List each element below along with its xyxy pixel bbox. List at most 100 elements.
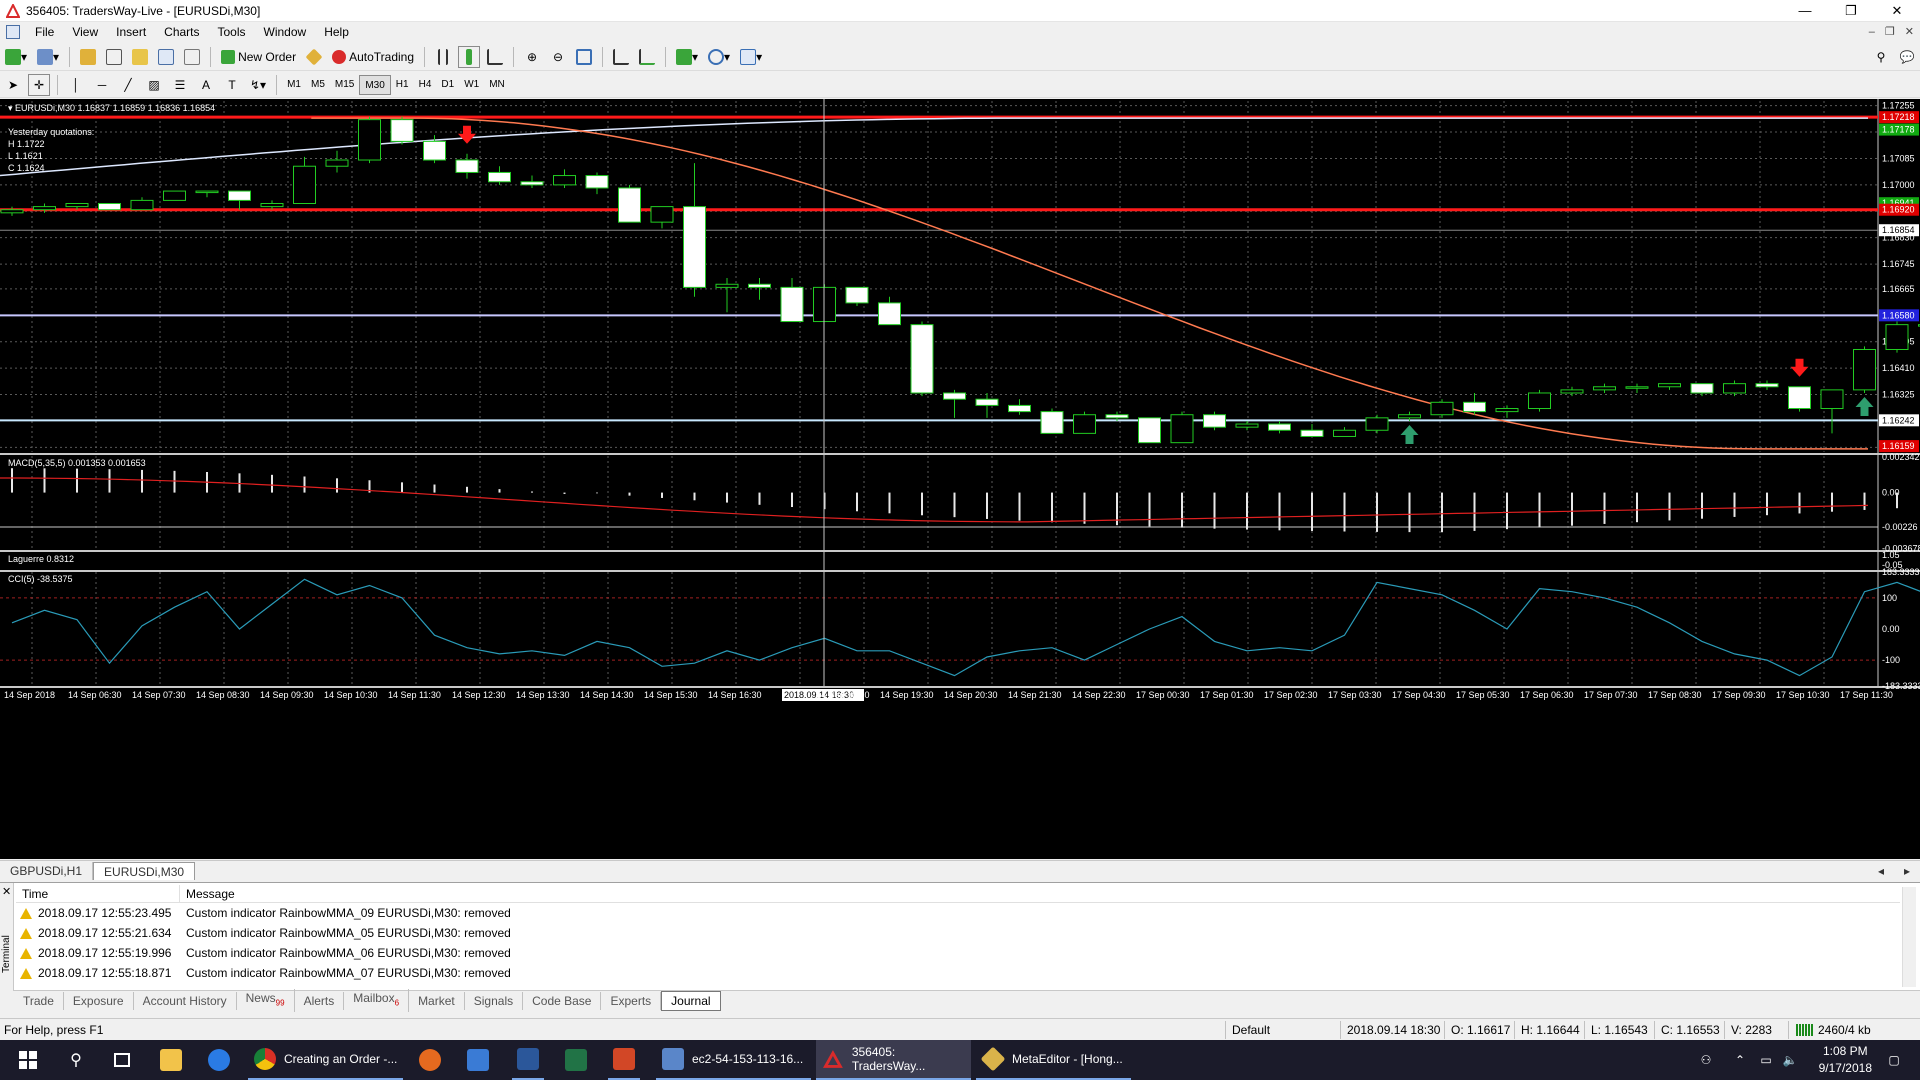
- tab-mailbox[interactable]: Mailbox6: [344, 988, 410, 1013]
- mdi-minimize-icon[interactable]: –: [1869, 22, 1875, 42]
- minimize-button[interactable]: —: [1782, 0, 1828, 22]
- arrows-tool[interactable]: ↯▾: [247, 74, 269, 96]
- start-button[interactable]: [12, 1040, 44, 1080]
- tab-scroll-right-icon[interactable]: ▸: [1894, 862, 1920, 880]
- tab-trade[interactable]: Trade: [14, 991, 64, 1010]
- tab-experts[interactable]: Experts: [601, 991, 662, 1010]
- channel-tool[interactable]: ▨: [143, 74, 165, 96]
- task-view-icon[interactable]: [106, 1040, 138, 1080]
- tray-chevron-icon[interactable]: ⌃: [1730, 1040, 1750, 1080]
- bar-chart-button[interactable]: [432, 46, 454, 68]
- crosshair-tool[interactable]: ✛: [28, 73, 50, 96]
- horizontal-line-tool[interactable]: ─: [91, 74, 113, 96]
- cursor-tool[interactable]: ➤: [2, 74, 24, 96]
- timeframe-m30[interactable]: M30: [359, 74, 391, 95]
- timeframe-m5[interactable]: M5: [306, 75, 330, 95]
- search-button[interactable]: ⚲: [1870, 46, 1892, 68]
- people-icon[interactable]: ⚇: [1694, 1040, 1718, 1080]
- timeframe-h4[interactable]: H4: [414, 75, 437, 95]
- auto-scroll-button[interactable]: [636, 46, 658, 68]
- text-tool[interactable]: A: [195, 74, 217, 96]
- vertical-line-tool[interactable]: │: [65, 74, 87, 96]
- tab-scroll-left-icon[interactable]: ◂: [1868, 862, 1894, 880]
- auto-trading-button[interactable]: AutoTrading: [329, 46, 417, 68]
- new-chart-button[interactable]: ▾: [2, 46, 30, 68]
- tab-account-history[interactable]: Account History: [134, 991, 237, 1010]
- zoom-out-button[interactable]: ⊖: [547, 46, 569, 68]
- journal-row[interactable]: 2018.09.17 12:55:23.495 Custom indicator…: [16, 903, 1900, 923]
- close-terminal-icon[interactable]: ✕: [2, 885, 11, 898]
- status-profile[interactable]: Default: [1232, 1023, 1270, 1037]
- strategy-tester-button[interactable]: [181, 46, 203, 68]
- menu-insert[interactable]: Insert: [107, 22, 155, 42]
- excel-icon[interactable]: [560, 1040, 592, 1080]
- firefox-icon[interactable]: [414, 1040, 446, 1080]
- timeframe-m15[interactable]: M15: [330, 75, 359, 95]
- metaeditor-button[interactable]: [303, 46, 325, 68]
- templates-button[interactable]: ▾: [737, 46, 765, 68]
- column-time[interactable]: Time: [16, 885, 180, 902]
- market-watch-button[interactable]: [77, 46, 99, 68]
- file-explorer-icon[interactable]: [155, 1040, 187, 1080]
- taskbar-remote-desktop-item[interactable]: ec2-54-153-113-16...: [656, 1040, 811, 1080]
- tile-windows-button[interactable]: [573, 46, 595, 68]
- chart-tab-gbpusdi[interactable]: GBPUSDi,H1: [0, 862, 94, 880]
- candlesticks-button[interactable]: [458, 45, 481, 68]
- mdi-close-icon[interactable]: ✕: [1905, 22, 1914, 42]
- volume-icon[interactable]: 🔈: [1780, 1040, 1800, 1080]
- periods-button[interactable]: ▾: [705, 46, 733, 68]
- timeframe-d1[interactable]: D1: [436, 75, 459, 95]
- text-label-tool[interactable]: T: [221, 74, 243, 96]
- tab-alerts[interactable]: Alerts: [295, 991, 345, 1010]
- fibonacci-tool[interactable]: ☰: [169, 74, 191, 96]
- navigator-button[interactable]: [129, 46, 151, 68]
- maximize-button[interactable]: ❐: [1828, 0, 1874, 22]
- menu-tools[interactable]: Tools: [209, 22, 255, 42]
- search-taskbar-icon[interactable]: ⚲: [60, 1040, 92, 1080]
- powerpoint-icon[interactable]: [608, 1040, 640, 1080]
- timeframe-m1[interactable]: M1: [282, 75, 306, 95]
- taskbar-metatrader-item[interactable]: 356405: TradersWay...: [816, 1040, 971, 1080]
- network-icon[interactable]: ▭: [1756, 1040, 1776, 1080]
- chart-window[interactable]: 1.172551.171701.170851.170001.169151.168…: [0, 99, 1920, 859]
- tab-exposure[interactable]: Exposure: [64, 991, 134, 1010]
- tab-news[interactable]: News99: [237, 988, 295, 1013]
- menu-view[interactable]: View: [63, 22, 107, 42]
- tab-journal[interactable]: Journal: [661, 990, 721, 1011]
- menu-file[interactable]: File: [26, 22, 63, 42]
- chart-shift-button[interactable]: [610, 46, 632, 68]
- zoom-in-button[interactable]: ⊕: [521, 46, 543, 68]
- terminal-button[interactable]: [155, 46, 177, 68]
- journal-row[interactable]: 2018.09.17 12:55:18.871 Custom indicator…: [16, 963, 1900, 983]
- taskbar-clock[interactable]: 1:08 PM 9/17/2018: [1819, 1043, 1872, 1077]
- close-button[interactable]: ✕: [1874, 0, 1920, 22]
- taskbar-chrome-item[interactable]: Creating an Order -...: [248, 1040, 403, 1080]
- tab-market[interactable]: Market: [409, 991, 465, 1010]
- document-icon[interactable]: [6, 25, 20, 39]
- tab-signals[interactable]: Signals: [465, 991, 524, 1010]
- journal-row[interactable]: 2018.09.17 12:55:19.996 Custom indicator…: [16, 943, 1900, 963]
- data-window-button[interactable]: [103, 46, 125, 68]
- menu-window[interactable]: Window: [255, 22, 316, 42]
- timeframe-h1[interactable]: H1: [391, 75, 414, 95]
- price-chart[interactable]: 1.172551.171701.170851.170001.169151.168…: [0, 99, 1920, 859]
- tab-code-base[interactable]: Code Base: [523, 991, 602, 1010]
- profiles-button[interactable]: ▾: [34, 46, 62, 68]
- column-message[interactable]: Message: [180, 885, 235, 902]
- menu-help[interactable]: Help: [315, 22, 358, 42]
- chart-tab-eurusdi[interactable]: EURUSDi,M30: [93, 862, 196, 880]
- journal-row[interactable]: 2018.09.17 12:55:21.634 Custom indicator…: [16, 923, 1900, 943]
- mdi-restore-icon[interactable]: ❐: [1885, 22, 1895, 42]
- menu-charts[interactable]: Charts: [155, 22, 208, 42]
- indicators-button[interactable]: ▾: [673, 46, 701, 68]
- new-order-button[interactable]: New Order: [218, 46, 299, 68]
- taskbar-metaeditor-item[interactable]: MetaEditor - [Hong...: [976, 1040, 1131, 1080]
- edge-icon[interactable]: [203, 1040, 235, 1080]
- line-chart-button[interactable]: [484, 46, 506, 68]
- chat-button[interactable]: 💬: [1896, 46, 1918, 68]
- trendline-tool[interactable]: ╱: [117, 74, 139, 96]
- timeframe-w1[interactable]: W1: [459, 75, 484, 95]
- teamviewer-icon[interactable]: [462, 1040, 494, 1080]
- notifications-icon[interactable]: ▢: [1882, 1040, 1906, 1080]
- timeframe-mn[interactable]: MN: [484, 75, 510, 95]
